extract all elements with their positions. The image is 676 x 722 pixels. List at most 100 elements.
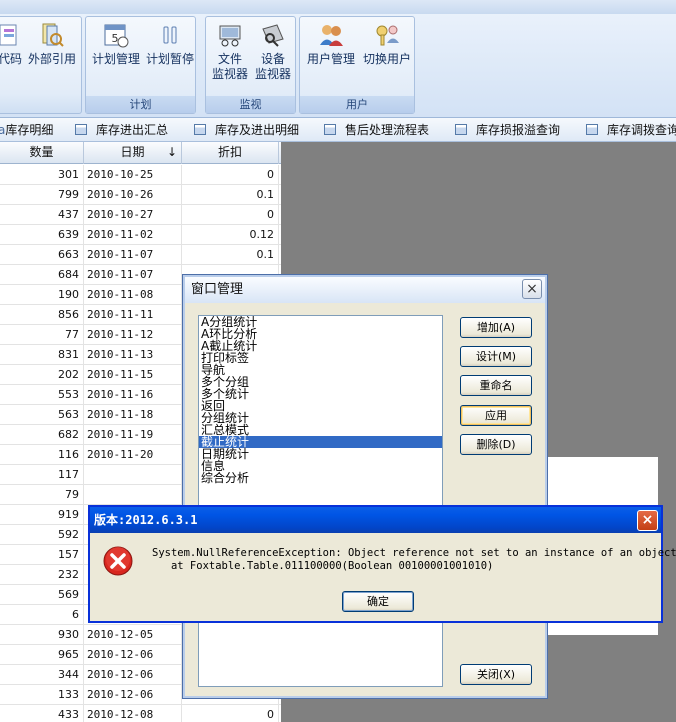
switch-user-icon [376,25,399,46]
cell-date[interactable] [84,465,182,485]
cell-quantity[interactable]: 116 [0,445,84,465]
design-button[interactable]: 设计(M) [460,346,532,367]
cell-quantity[interactable]: 684 [0,265,84,285]
cell-date[interactable]: 2010-12-06 [84,645,182,665]
cell-date[interactable]: 2010-12-06 [84,685,182,705]
cell-date[interactable]: 2010-11-19 [84,425,182,445]
tab-inventory-io-summary[interactable]: 库存进出汇总 [75,122,168,138]
cell-quantity[interactable]: 77 [0,325,84,345]
table-row[interactable]: 437 2010-10-27 0 [0,205,281,225]
cell-date[interactable]: 2010-12-08 [84,705,182,722]
cell-date[interactable]: 2010-11-02 [84,225,182,245]
user-manage-button[interactable]: 用户管理 [303,21,359,67]
cell-quantity[interactable]: 930 [0,625,84,645]
cell-quantity[interactable]: 117 [0,465,84,485]
cell-date[interactable]: 2010-11-15 [84,365,182,385]
cell-date[interactable]: 2010-12-06 [84,665,182,685]
cell-quantity[interactable]: 437 [0,205,84,225]
cell-date[interactable]: 2010-11-07 [84,265,182,285]
list-item[interactable]: 打印标签 [199,352,442,364]
tab-after-sales-flow[interactable]: 售后处理流程表 [324,122,429,138]
cell-quantity[interactable]: 592 [0,525,84,545]
cell-quantity[interactable]: 682 [0,425,84,445]
header-label: 折扣 [217,145,242,159]
column-header-quantity[interactable]: 数量 [0,142,84,164]
cell-date[interactable]: 2010-11-12 [84,325,182,345]
cell-quantity[interactable]: 301 [0,165,84,185]
cell-discount[interactable]: 0.12 [182,225,279,245]
code-button[interactable]: 代码 [0,21,25,67]
rename-button[interactable]: 重命名 [460,375,532,396]
tab-inventory-io-detail[interactable]: 库存及进出明细 [194,122,299,138]
cell-date[interactable]: 2010-11-13 [84,345,182,365]
file-monitor-button[interactable]: 文件 监视器 [209,21,251,82]
add-button[interactable]: 增加(A) [460,317,532,338]
error-close-button[interactable]: × [637,510,658,531]
cell-quantity[interactable]: 965 [0,645,84,665]
table-row[interactable]: 639 2010-11-02 0.12 [0,225,281,245]
window-list[interactable]: A分组统计 A环比分析 A截止统计 打印标签 导航 多个分组 多个统计 返回 分组统计 汇总模式截… [198,315,443,687]
cell-quantity[interactable]: 133 [0,685,84,705]
external-reference-button[interactable]: 外部引用 [25,21,79,67]
cell-discount[interactable]: 0 [182,165,279,185]
table-row[interactable]: 301 2010-10-25 0 [0,165,281,185]
table-row[interactable]: 433 2010-12-08 0 [0,705,281,722]
ribbon-group-user: 用户管理 切换用户 用户 [299,16,415,114]
cell-date[interactable]: 2010-11-20 [84,445,182,465]
cell-discount[interactable]: 0.1 [182,185,279,205]
cell-date[interactable]: 2010-10-27 [84,205,182,225]
cell-discount[interactable]: 0 [182,205,279,225]
column-header-date[interactable]: 日期 ↓ [84,142,182,164]
cell-quantity[interactable]: 569 [0,585,84,605]
switch-user-button[interactable]: 切换用户 [359,21,415,67]
cell-quantity[interactable]: 563 [0,405,84,425]
tab-inventory-transfer-query[interactable]: 库存调拨查询 [586,122,676,138]
pause-icon [163,26,177,44]
close-button[interactable]: 关闭(X) [460,664,532,685]
cell-date[interactable]: 2010-11-07 [84,245,182,265]
cell-quantity[interactable]: 663 [0,245,84,265]
cell-date[interactable]: 2010-11-16 [84,385,182,405]
cell-quantity[interactable]: 6 [0,605,84,625]
cell-quantity[interactable]: 202 [0,365,84,385]
column-header-discount[interactable]: 折扣 [182,142,279,164]
cell-date[interactable]: 2010-10-25 [84,165,182,185]
plan-pause-button[interactable]: 计划暂停 [143,21,197,67]
apply-button[interactable]: 应用 [460,405,532,426]
cell-quantity[interactable]: 433 [0,705,84,722]
tab-inventory-loss-query[interactable]: 库存损报溢查询 [455,122,560,138]
cell-quantity[interactable]: 856 [0,305,84,325]
cell-quantity[interactable]: 831 [0,345,84,365]
cell-date[interactable]: 2010-11-08 [84,285,182,305]
cell-date[interactable]: 2010-11-18 [84,405,182,425]
list-item[interactable]: 综合分析 [199,472,442,484]
cell-date[interactable]: 2010-11-11 [84,305,182,325]
device-monitor-button[interactable]: 设备 监视器 [251,21,295,82]
cell-discount[interactable]: 0.1 [182,245,279,265]
plan-manage-button[interactable]: 5 计划管理 [89,21,143,67]
cell-quantity[interactable]: 553 [0,385,84,405]
delete-button[interactable]: 删除(D) [460,434,532,455]
cell-date[interactable] [84,485,182,505]
list-item[interactable]: 日期统计 [199,448,442,460]
cell-quantity[interactable]: 639 [0,225,84,245]
cell-quantity[interactable]: 232 [0,565,84,585]
table-row[interactable]: 663 2010-11-07 0.1 [0,245,281,265]
list-item[interactable]: 多个统计 [199,388,442,400]
cell-quantity[interactable]: 799 [0,185,84,205]
external-reference-label: 外部引用 [27,52,76,66]
cell-quantity[interactable]: 190 [0,285,84,305]
cell-date[interactable]: 2010-12-05 [84,625,182,645]
window-manager-close-button[interactable]: × [522,279,542,299]
cell-date[interactable]: 2010-10-26 [84,185,182,205]
tab-inventory-detail[interactable]: a库存明细 [0,122,53,138]
cell-quantity[interactable]: 79 [0,485,84,505]
error-dialog: 版本:2012.6.3.1 × System.NullReferenceExce… [88,505,676,623]
cell-quantity[interactable]: 919 [0,505,84,525]
cell-quantity[interactable]: 344 [0,665,84,685]
cell-quantity[interactable]: 157 [0,545,84,565]
tab-label: 库存明细 [5,123,54,137]
table-row[interactable]: 799 2010-10-26 0.1 [0,185,281,205]
cell-discount[interactable]: 0 [182,705,279,722]
ok-button[interactable]: 确定 [342,591,414,612]
